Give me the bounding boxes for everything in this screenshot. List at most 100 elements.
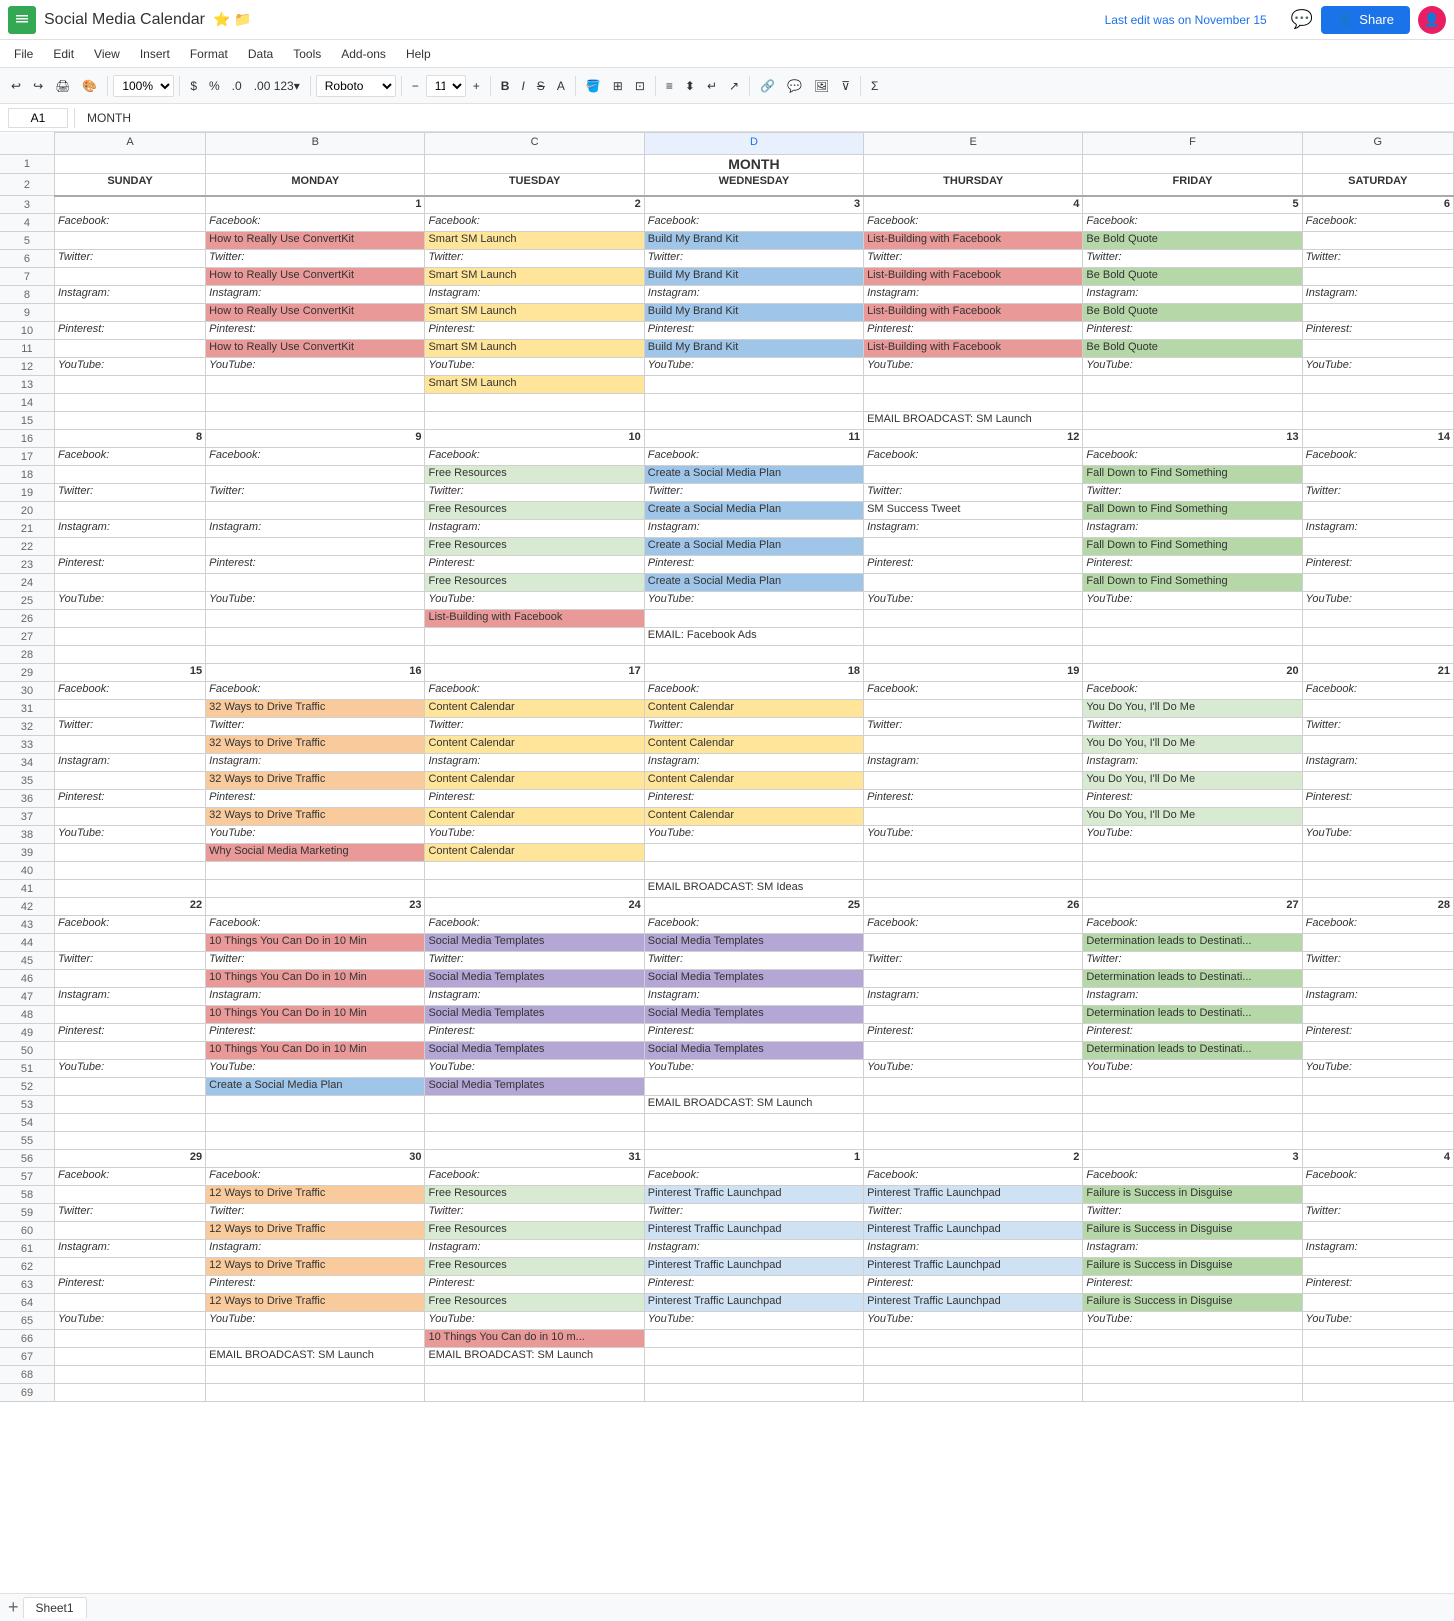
g10[interactable]: Pinterest: — [1302, 322, 1453, 340]
f30[interactable]: Facebook: — [1083, 682, 1302, 700]
a54[interactable] — [54, 1114, 205, 1132]
d69[interactable] — [644, 1384, 863, 1402]
e51[interactable]: YouTube: — [864, 1060, 1083, 1078]
e68[interactable] — [864, 1366, 1083, 1384]
c7[interactable]: Smart SM Launch — [425, 268, 644, 286]
e28[interactable] — [864, 646, 1083, 664]
b66[interactable] — [206, 1330, 425, 1348]
c45[interactable]: Twitter: — [425, 952, 644, 970]
g67[interactable] — [1302, 1348, 1453, 1366]
e6[interactable]: Twitter: — [864, 250, 1083, 268]
comment-add-button[interactable]: 💬 — [782, 76, 807, 96]
e15[interactable]: EMAIL BROADCAST: SM Launch — [864, 412, 1083, 430]
doc-title[interactable]: Social Media Calendar — [44, 11, 205, 29]
b42[interactable]: 23 — [206, 898, 425, 916]
e16[interactable]: 12 — [864, 430, 1083, 448]
b3[interactable]: 1 — [206, 196, 425, 214]
d53[interactable]: EMAIL BROADCAST: SM Launch — [644, 1096, 863, 1114]
c44[interactable]: Social Media Templates — [425, 934, 644, 952]
a63[interactable]: Pinterest: — [54, 1276, 205, 1294]
d67[interactable] — [644, 1348, 863, 1366]
b9[interactable]: How to Really Use ConvertKit — [206, 304, 425, 322]
a45[interactable]: Twitter: — [54, 952, 205, 970]
d31[interactable]: Content Calendar — [644, 700, 863, 718]
f57[interactable]: Facebook: — [1083, 1168, 1302, 1186]
e20[interactable]: SM Success Tweet — [864, 502, 1083, 520]
b49[interactable]: Pinterest: — [206, 1024, 425, 1042]
e38[interactable]: YouTube: — [864, 826, 1083, 844]
e49[interactable]: Pinterest: — [864, 1024, 1083, 1042]
e47[interactable]: Instagram: — [864, 988, 1083, 1006]
font-size-select[interactable]: 11 — [426, 75, 466, 97]
e65[interactable]: YouTube: — [864, 1312, 1083, 1330]
e56[interactable]: 2 — [864, 1150, 1083, 1168]
c1[interactable] — [425, 155, 644, 174]
f44[interactable]: Determination leads to Destinati... — [1083, 934, 1302, 952]
d38[interactable]: YouTube: — [644, 826, 863, 844]
d63[interactable]: Pinterest: — [644, 1276, 863, 1294]
a8[interactable]: Instagram: — [54, 286, 205, 304]
a69[interactable] — [54, 1384, 205, 1402]
g36[interactable]: Pinterest: — [1302, 790, 1453, 808]
wrap-button[interactable]: ↵ — [702, 76, 722, 96]
f55[interactable] — [1083, 1132, 1302, 1150]
fill-color-button[interactable]: 🪣 — [581, 76, 606, 96]
c5[interactable]: Smart SM Launch — [425, 232, 644, 250]
f13[interactable] — [1083, 376, 1302, 394]
g29[interactable]: 21 — [1302, 664, 1453, 682]
b23[interactable]: Pinterest: — [206, 556, 425, 574]
menu-format[interactable]: Format — [180, 43, 238, 65]
d66[interactable] — [644, 1330, 863, 1348]
share-button[interactable]: 👤 Share — [1321, 6, 1410, 34]
g44[interactable] — [1302, 934, 1453, 952]
filter-button[interactable]: ⊽ — [836, 76, 855, 96]
c27[interactable] — [425, 628, 644, 646]
a17[interactable]: Facebook: — [54, 448, 205, 466]
b57[interactable]: Facebook: — [206, 1168, 425, 1186]
a14[interactable] — [54, 394, 205, 412]
a31[interactable] — [54, 700, 205, 718]
e60[interactable]: Pinterest Traffic Launchpad — [864, 1222, 1083, 1240]
strikethrough-button[interactable]: S — [532, 76, 550, 96]
a68[interactable] — [54, 1366, 205, 1384]
g57[interactable]: Facebook: — [1302, 1168, 1453, 1186]
c4[interactable]: Facebook: — [425, 214, 644, 232]
g25[interactable]: YouTube: — [1302, 592, 1453, 610]
f34[interactable]: Instagram: — [1083, 754, 1302, 772]
a43[interactable]: Facebook: — [54, 916, 205, 934]
d50[interactable]: Social Media Templates — [644, 1042, 863, 1060]
f19[interactable]: Twitter: — [1083, 484, 1302, 502]
c21[interactable]: Instagram: — [425, 520, 644, 538]
f29[interactable]: 20 — [1083, 664, 1302, 682]
add-sheet-button[interactable]: + — [8, 1597, 19, 1618]
f53[interactable] — [1083, 1096, 1302, 1114]
c30[interactable]: Facebook: — [425, 682, 644, 700]
f23[interactable]: Pinterest: — [1083, 556, 1302, 574]
e10[interactable]: Pinterest: — [864, 322, 1083, 340]
d22[interactable]: Create a Social Media Plan — [644, 538, 863, 556]
b29[interactable]: 16 — [206, 664, 425, 682]
e32[interactable]: Twitter: — [864, 718, 1083, 736]
f14[interactable] — [1083, 394, 1302, 412]
sheet-tab-active[interactable]: Sheet1 — [23, 1597, 87, 1618]
g27[interactable] — [1302, 628, 1453, 646]
d28[interactable] — [644, 646, 863, 664]
c69[interactable] — [425, 1384, 644, 1402]
c37[interactable]: Content Calendar — [425, 808, 644, 826]
g45[interactable]: Twitter: — [1302, 952, 1453, 970]
b26[interactable] — [206, 610, 425, 628]
c48[interactable]: Social Media Templates — [425, 1006, 644, 1024]
g6[interactable]: Twitter: — [1302, 250, 1453, 268]
col-header-c[interactable]: C — [425, 133, 644, 155]
a61[interactable]: Instagram: — [54, 1240, 205, 1258]
b45[interactable]: Twitter: — [206, 952, 425, 970]
d24[interactable]: Create a Social Media Plan — [644, 574, 863, 592]
c2[interactable]: TUESDAY — [425, 174, 644, 196]
a39[interactable] — [54, 844, 205, 862]
b43[interactable]: Facebook: — [206, 916, 425, 934]
d59[interactable]: Twitter: — [644, 1204, 863, 1222]
f47[interactable]: Instagram: — [1083, 988, 1302, 1006]
g13[interactable] — [1302, 376, 1453, 394]
c11[interactable]: Smart SM Launch — [425, 340, 644, 358]
a44[interactable] — [54, 934, 205, 952]
